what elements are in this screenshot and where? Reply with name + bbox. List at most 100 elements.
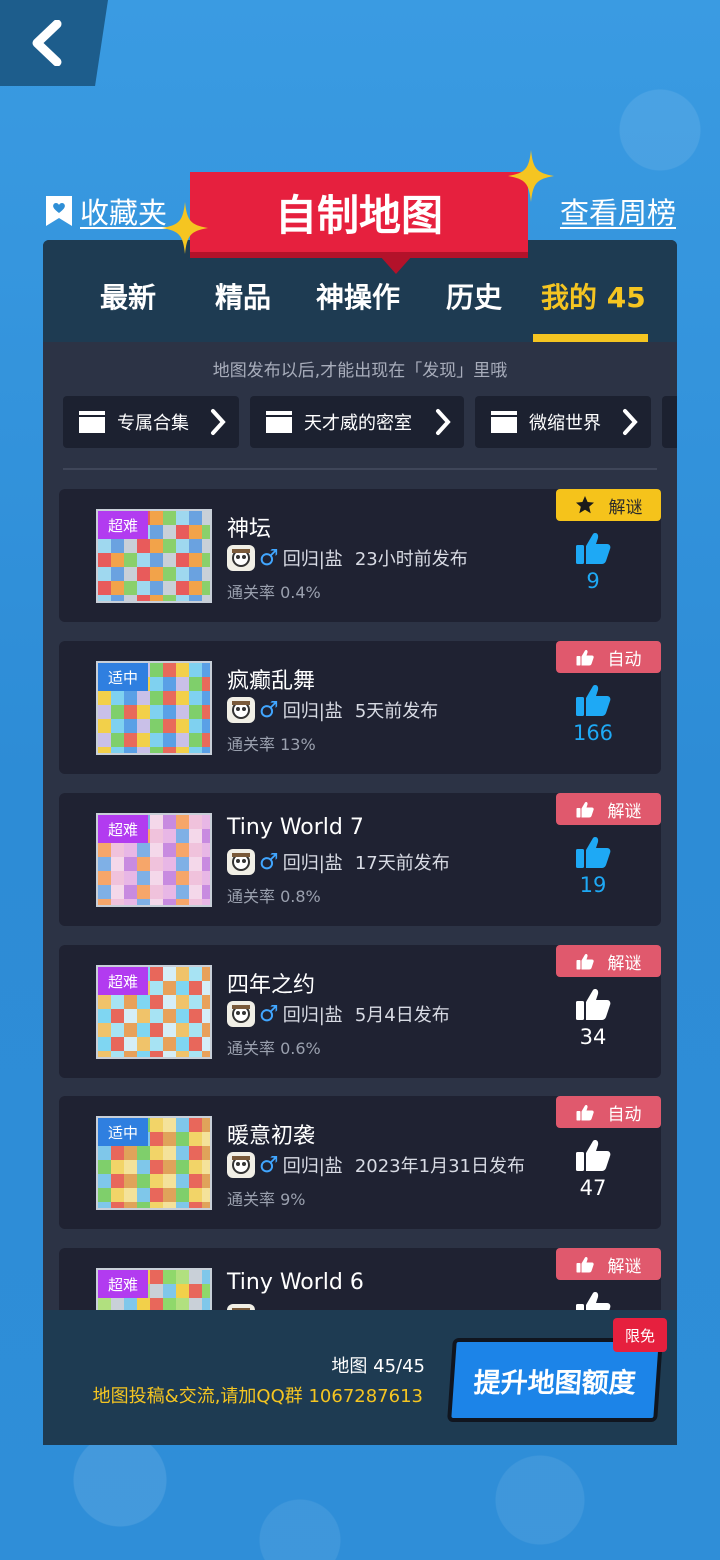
like-count: 34 [579,1025,607,1049]
author-name: 回归|盐 [282,701,343,722]
map-thumbnail: 超难 [96,965,212,1059]
author-avatar [227,545,255,571]
publish-hint: 地图发布以后,才能出现在「发现」里哦 [212,361,508,381]
map-card[interactable]: 超难 神坛 ♂ 回归|盐 23小时前发布 通关率 0.4% 解谜 9 [59,489,661,622]
pass-rate: 通关率 9% [227,1190,306,1209]
category-label: 自动 [607,649,642,670]
like-button[interactable]: 47 [565,1138,621,1200]
qq-group-text: 地图投稿&交流,请加QQ群 1067287613 [92,1386,423,1407]
folder-icon [79,411,105,433]
difficulty-badge: 超难 [98,967,149,995]
male-icon: ♂ [259,545,279,571]
thumbs-up-icon [576,685,611,716]
sparkle-right-icon [508,150,554,202]
divider [63,468,657,470]
author-line: ♂ 回归|盐 2023年1月31日发布 [227,1152,525,1178]
collection-chips: 专属合集 天才威的密室 微缩世界 [63,396,677,448]
map-thumbnail: 适中 [96,661,212,755]
map-card[interactable]: 适中 疯癫乱舞 ♂ 回归|盐 5天前发布 通关率 13% 自动 166 [59,641,661,774]
collection-chip[interactable]: 微缩世界 [475,396,651,448]
map-name: Tiny World 6 [227,1270,364,1295]
map-panel: 最新 精品 神操作 历史 我的 45 地图发布以后,才能出现在「发现」里哦 专属… [43,240,677,1445]
publish-time: 2023年1月31日发布 [354,1156,525,1177]
category-tag: 解谜 [556,489,661,521]
chevron-right-icon [436,409,451,435]
bookmark-heart-icon [46,196,72,226]
difficulty-badge: 超难 [98,511,149,539]
collection-chip[interactable]: 天才威的密室 [250,396,464,448]
limited-free-badge: 限免 [613,1318,667,1352]
like-button[interactable]: 34 [565,987,621,1049]
footer-bar: 地图 45/45 地图投稿&交流,请加QQ群 1067287613 提升地图额度… [43,1310,677,1445]
male-icon: ♂ [259,697,279,723]
tab-featured[interactable]: 精品 [215,276,271,316]
map-thumbnail: 超难 [96,509,212,603]
thumbs-up-icon [576,837,611,868]
tab-history[interactable]: 历史 [446,276,502,316]
author-avatar [227,1001,255,1027]
difficulty-badge: 超难 [98,1270,149,1298]
page-title: 自制地图 [190,172,528,274]
map-card[interactable]: 超难 Tiny World 7 ♂ 回归|盐 17天前发布 通关率 0.8% 解谜 19 [59,793,661,926]
author-line: ♂ 回归|盐 23小时前发布 [227,545,468,571]
publish-time: 17天前发布 [354,853,450,874]
pass-rate: 通关率 0.6% [227,1039,321,1058]
thumbs-up-icon [576,1140,611,1171]
like-button[interactable]: 166 [565,683,621,745]
author-avatar [227,697,255,723]
tab-god-moves[interactable]: 神操作 [316,276,400,316]
male-icon: ♂ [259,1001,279,1027]
thumbs-up-icon [576,533,611,564]
like-button[interactable]: 9 [565,531,621,593]
pass-rate: 通关率 0.8% [227,887,321,906]
map-thumbnail: 适中 [96,1116,212,1210]
difficulty-badge: 适中 [98,663,149,691]
chevron-right-icon [623,409,638,435]
category-tag: 解谜 [556,1248,661,1280]
category-tag: 解谜 [556,945,661,977]
active-tab-indicator [533,334,648,342]
category-label: 解谜 [607,801,642,822]
category-tag: 解谜 [556,793,661,825]
collection-chip[interactable]: 专属合集 [63,396,239,448]
like-button[interactable]: 19 [565,835,621,897]
map-name: Tiny World 7 [227,815,364,840]
star-icon [575,496,594,514]
thumbs-up-icon [576,1256,594,1272]
map-name: 疯癫乱舞 [227,669,316,694]
author-line: ♂ 回归|盐 5天前发布 [227,697,438,723]
map-card[interactable]: 适中 暖意初袭 ♂ 回归|盐 2023年1月31日发布通关率 9% 自动 47 [59,1096,661,1229]
map-name: 四年之约 [227,973,316,998]
author-avatar [227,1152,255,1178]
tab-mine[interactable]: 我的 45 [541,276,646,316]
author-name: 回归|盐 [282,1005,343,1026]
weekly-ranking-link[interactable]: 查看周榜 [560,190,676,232]
like-count: 9 [586,569,600,593]
author-line: ♂ 回归|盐 17天前发布 [227,849,450,875]
tab-latest[interactable]: 最新 [100,276,156,316]
map-thumbnail: 超难 [96,813,212,907]
collection-label: 天才威的密室 [304,413,412,434]
sparkle-left-icon [162,202,208,254]
category-label: 解谜 [607,1256,642,1277]
category-tag: 自动 [556,1096,661,1128]
favorites-link[interactable]: 收藏夹 [44,190,167,232]
map-card[interactable]: 超难 四年之约 ♂ 回归|盐 5月4日发布通关率 0.6% 解谜 34 [59,945,661,1078]
like-count: 19 [579,873,607,897]
chevron-right-icon [211,409,226,435]
map-count: 地图 45/45 [331,1356,425,1377]
difficulty-badge: 超难 [98,815,149,843]
author-line: ♂ 回归|盐 5月4日发布 [227,1001,450,1027]
collection-chip[interactable] [662,396,677,448]
author-avatar [227,849,255,875]
map-name: 暖意初袭 [227,1124,316,1149]
back-button[interactable] [0,0,108,86]
author-name: 回归|盐 [282,853,343,874]
thumbs-up-icon [576,989,611,1020]
publish-time: 5天前发布 [354,701,439,722]
like-count: 47 [579,1176,607,1200]
publish-time: 5月4日发布 [354,1005,450,1026]
thumbs-up-icon [576,1104,594,1120]
folder-icon [491,411,517,433]
thumbs-up-icon [576,953,594,969]
